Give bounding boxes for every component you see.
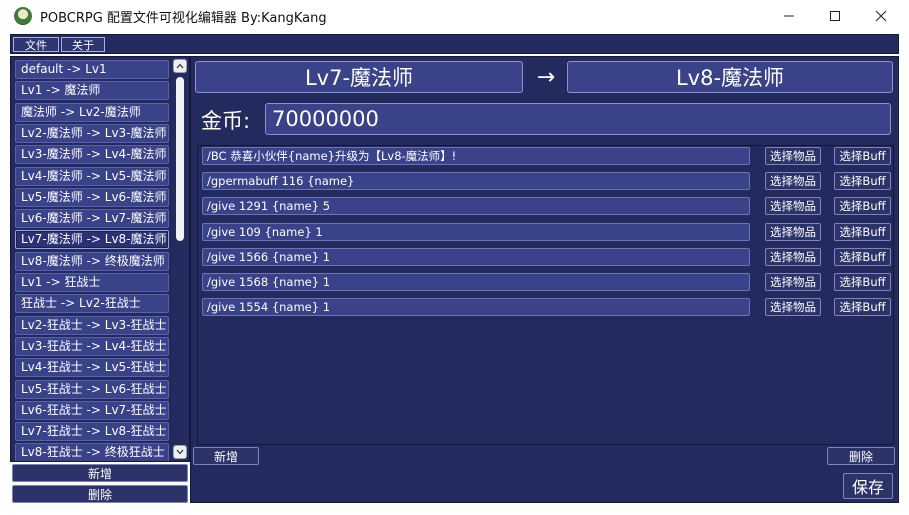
close-button[interactable]: [858, 0, 904, 32]
app-logo-icon: [14, 7, 32, 25]
level-list-item[interactable]: Lv2-狂战士 -> Lv3-狂战士: [15, 315, 169, 335]
maximize-button[interactable]: [812, 0, 858, 32]
command-input[interactable]: /gpermabuff 116 {name}: [202, 172, 750, 191]
scroll-down-button[interactable]: [173, 445, 187, 459]
select-item-button[interactable]: 选择物品: [765, 147, 821, 165]
level-list-item[interactable]: Lv3-狂战士 -> Lv4-狂战士: [15, 336, 169, 356]
maximize-icon: [830, 11, 840, 21]
chevron-down-icon: [176, 449, 184, 455]
command-input[interactable]: /give 1554 {name} 1: [202, 298, 750, 317]
level-list-item[interactable]: default -> Lv1: [15, 60, 169, 79]
scroll-up-button[interactable]: [173, 59, 187, 73]
level-list-item[interactable]: Lv6-狂战士 -> Lv7-狂战士: [15, 400, 169, 420]
command-input[interactable]: /BC 恭喜小伙伴{name}升级为【Lv8-魔法师】!: [202, 147, 750, 165]
delete-command-button[interactable]: 删除: [827, 447, 895, 465]
select-buff-button[interactable]: 选择Buff: [834, 273, 891, 291]
select-item-button[interactable]: 选择物品: [765, 222, 821, 241]
level-list-panel: default -> Lv1 Lv1 -> 魔法师 魔法师 -> Lv2-魔法师 Lv…: [10, 56, 190, 462]
level-list-item[interactable]: Lv7-魔法师 -> Lv8-魔法师: [15, 230, 169, 250]
level-list-item[interactable]: Lv7-狂战士 -> Lv8-狂战士: [15, 422, 169, 442]
level-list-item[interactable]: Lv5-魔法师 -> Lv6-魔法师: [15, 187, 169, 207]
level-list-item[interactable]: Lv3-魔法师 -> Lv4-魔法师: [15, 145, 169, 165]
command-list: /BC 恭喜小伙伴{name}升级为【Lv8-魔法师】! 选择物品 选择Buff/g…: [197, 145, 894, 445]
level-list-item[interactable]: Lv8-狂战士 -> 终极狂战士: [15, 443, 169, 461]
select-item-button[interactable]: 选择物品: [765, 197, 821, 216]
select-buff-button[interactable]: 选择Buff: [834, 197, 891, 216]
select-buff-button[interactable]: 选择Buff: [834, 247, 891, 266]
select-buff-button[interactable]: 选择Buff: [834, 147, 891, 165]
delete-level-button[interactable]: 删除: [12, 485, 188, 503]
add-level-button[interactable]: 新增: [12, 464, 188, 482]
window-title: POBCRPG 配置文件可视化编辑器 By:KangKang: [40, 11, 327, 26]
level-list-item[interactable]: 魔法师 -> Lv2-魔法师: [15, 102, 169, 122]
level-list-item[interactable]: Lv2-魔法师 -> Lv3-魔法师: [15, 123, 169, 143]
select-item-button[interactable]: 选择物品: [765, 172, 821, 191]
select-item-button[interactable]: 选择物品: [765, 273, 821, 291]
save-button[interactable]: 保存: [843, 473, 893, 499]
level-list-item[interactable]: Lv6-魔法师 -> Lv7-魔法师: [15, 209, 169, 229]
command-input[interactable]: /give 109 {name} 1: [202, 222, 750, 241]
level-list-scrollbar[interactable]: [173, 59, 187, 459]
level-list-item[interactable]: Lv8-魔法师 -> 终极魔法师: [15, 251, 169, 271]
level-list-item[interactable]: Lv1 -> 狂战士: [15, 273, 169, 292]
menu-file[interactable]: 文件: [13, 37, 59, 52]
editor-panel: Lv7-魔法师 → Lv8-魔法师 金币: 70000000 /BC 恭喜小伙伴…: [190, 56, 899, 503]
title-bar: POBCRPG 配置文件可视化编辑器 By:KangKang: [0, 0, 909, 32]
to-level-field[interactable]: Lv8-魔法师: [567, 61, 893, 93]
menu-bar: 文件 关于: [10, 34, 899, 54]
add-command-button[interactable]: 新增: [193, 447, 259, 465]
command-input[interactable]: /give 1566 {name} 1: [202, 247, 750, 266]
arrow-right-icon: →: [536, 64, 556, 90]
close-icon: [875, 10, 887, 22]
level-list-item[interactable]: Lv5-狂战士 -> Lv6-狂战士: [15, 379, 169, 399]
select-buff-button[interactable]: 选择Buff: [834, 298, 891, 317]
coin-label: 金币:: [201, 109, 251, 133]
select-item-button[interactable]: 选择物品: [765, 247, 821, 266]
coin-input[interactable]: 70000000: [265, 103, 891, 135]
minimize-icon: [784, 15, 794, 17]
menu-about[interactable]: 关于: [61, 37, 105, 52]
chevron-up-icon: [176, 63, 184, 69]
select-buff-button[interactable]: 选择Buff: [834, 222, 891, 241]
app-window: POBCRPG 配置文件可视化编辑器 By:KangKang 文件 关于 def…: [0, 0, 909, 515]
level-list-item[interactable]: Lv1 -> 魔法师: [15, 81, 169, 101]
window-bottom-edge: [0, 506, 909, 515]
select-item-button[interactable]: 选择物品: [765, 298, 821, 317]
level-list-item[interactable]: Lv4-魔法师 -> Lv5-魔法师: [15, 166, 169, 186]
level-list-item[interactable]: 狂战士 -> Lv2-狂战士: [15, 294, 169, 314]
select-buff-button[interactable]: 选择Buff: [834, 172, 891, 191]
level-list-item[interactable]: Lv4-狂战士 -> Lv5-狂战士: [15, 358, 169, 378]
minimize-button[interactable]: [766, 0, 812, 32]
scroll-thumb[interactable]: [176, 77, 184, 241]
command-input[interactable]: /give 1291 {name} 5: [202, 197, 750, 216]
command-input[interactable]: /give 1568 {name} 1: [202, 273, 750, 291]
from-level-field[interactable]: Lv7-魔法师: [195, 61, 523, 93]
